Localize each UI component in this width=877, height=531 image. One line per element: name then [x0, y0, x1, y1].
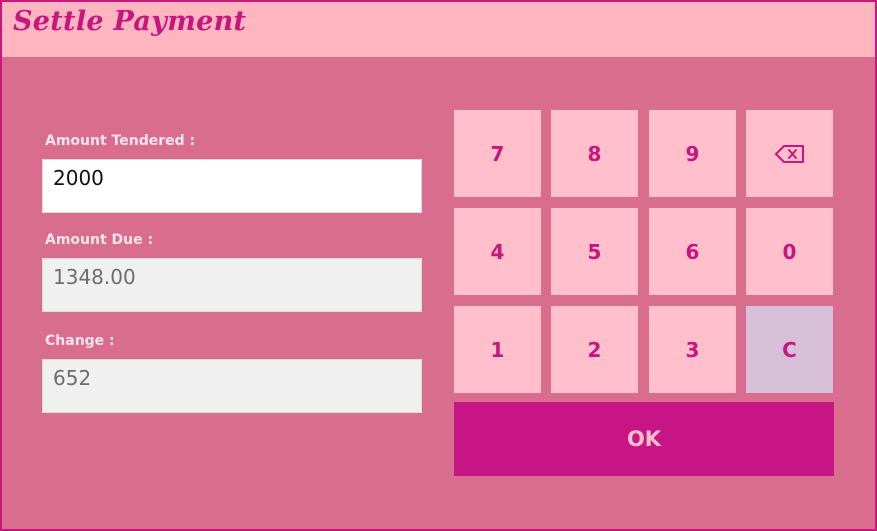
change-label: Change :: [45, 333, 115, 349]
amount-tendered-label: Amount Tendered :: [45, 133, 196, 149]
backspace-button[interactable]: [746, 110, 833, 197]
dialog-title: Settle Payment: [13, 6, 247, 37]
key-1[interactable]: 1: [454, 306, 541, 393]
backspace-icon: [774, 144, 804, 163]
ok-button[interactable]: OK: [454, 402, 834, 476]
key-2[interactable]: 2: [551, 306, 638, 393]
key-6[interactable]: 6: [649, 208, 736, 295]
key-8[interactable]: 8: [551, 110, 638, 197]
key-3[interactable]: 3: [649, 306, 736, 393]
clear-button[interactable]: C: [746, 306, 833, 393]
key-5[interactable]: 5: [551, 208, 638, 295]
settle-payment-dialog: Settle Payment Amount Tendered : 2000 Am…: [0, 0, 877, 531]
key-7[interactable]: 7: [454, 110, 541, 197]
key-4[interactable]: 4: [454, 208, 541, 295]
key-9[interactable]: 9: [649, 110, 736, 197]
amount-due-field: 1348.00: [42, 258, 422, 312]
amount-tendered-input[interactable]: 2000: [42, 159, 422, 213]
key-0[interactable]: 0: [746, 208, 833, 295]
amount-due-label: Amount Due :: [45, 232, 154, 248]
title-bar: Settle Payment: [2, 2, 875, 57]
change-field: 652: [42, 359, 422, 413]
